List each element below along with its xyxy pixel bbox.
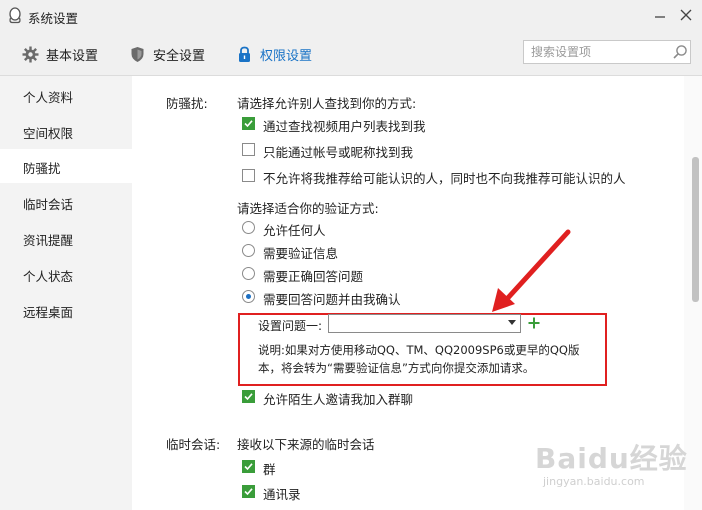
checkbox-label: 不允许将我推荐给可能认识的人，同时也不向我推荐可能认识的人 — [263, 171, 626, 186]
question-one-label: 设置问题一: — [258, 319, 323, 333]
sidebar-item-temp-session[interactable]: 临时会话 — [0, 185, 132, 219]
sidebar-item-remote-desktop[interactable]: 远程桌面 — [0, 293, 132, 327]
sidebar-item-label: 个人资料 — [23, 90, 74, 105]
checkbox-temp-session-group[interactable] — [242, 460, 255, 473]
radio-allow-anyone[interactable] — [242, 221, 255, 234]
section-label-anti-harassment: 防骚扰: — [166, 96, 208, 111]
lock-icon — [235, 45, 253, 63]
title-bar: 系统设置 — [0, 0, 702, 32]
sidebar-item-label: 远程桌面 — [23, 305, 74, 320]
radio-label: 需要正确回答问题 — [263, 269, 364, 284]
scrollbar-thumb[interactable] — [692, 157, 699, 302]
section-label-temp-session: 临时会话: — [166, 437, 221, 452]
sidebar-item-space-permission[interactable]: 空间权限 — [0, 114, 132, 148]
sidebar-item-label: 个人状态 — [23, 269, 74, 284]
tab-permission-settings[interactable]: 权限设置 — [235, 44, 312, 64]
temp-session-prompt: 接收以下来源的临时会话 — [237, 437, 375, 452]
question-one-dropdown[interactable] — [328, 314, 521, 333]
settings-search-box — [523, 40, 691, 64]
window-title: 系统设置 — [28, 11, 79, 26]
sidebar-item-label: 空间权限 — [23, 126, 74, 141]
sidebar-item-profile[interactable]: 个人资料 — [0, 78, 132, 112]
chevron-down-icon — [508, 320, 516, 325]
minimize-icon[interactable] — [651, 6, 669, 24]
checkbox-label: 只能通过帐号或昵称找到我 — [263, 145, 414, 160]
sidebar-item-personal-status[interactable]: 个人状态 — [0, 257, 132, 291]
qq-penguin-icon — [9, 7, 21, 24]
checkbox-label: 群 — [263, 462, 276, 477]
checkbox-label: 通讯录 — [263, 487, 301, 502]
checkbox-find-by-video-list[interactable] — [242, 117, 255, 130]
shield-icon — [128, 45, 146, 63]
search-icon[interactable] — [672, 44, 688, 60]
sidebar-item-label: 临时会话 — [23, 197, 74, 212]
checkbox-temp-session-contacts[interactable] — [242, 485, 255, 498]
radio-answer-and-confirm[interactable] — [242, 290, 255, 303]
radio-label: 需要回答问题并由我确认 — [263, 292, 401, 307]
sidebar-item-label: 防骚扰 — [23, 161, 61, 176]
sidebar-item-label: 资讯提醒 — [23, 233, 74, 248]
radio-label: 需要验证信息 — [263, 246, 339, 261]
tab-label: 安全设置 — [153, 48, 206, 64]
watermark-main-text: Baidu经验 — [535, 442, 688, 475]
tab-security-settings[interactable]: 安全设置 — [128, 44, 205, 64]
radio-require-correct-answer[interactable] — [242, 267, 255, 280]
sidebar: 个人资料 空间权限 防骚扰 临时会话 资讯提醒 个人状态 远程桌面 — [0, 76, 132, 510]
radio-label: 允许任何人 — [263, 223, 326, 238]
checkbox-allow-stranger-group-invite[interactable] — [242, 390, 255, 403]
sidebar-item-anti-harassment[interactable]: 防骚扰 — [0, 149, 132, 183]
add-question-plus-icon[interactable] — [528, 317, 540, 329]
gear-icon — [21, 45, 39, 63]
checkbox-disable-recommendation[interactable] — [242, 169, 255, 182]
close-icon[interactable] — [677, 6, 695, 24]
search-input[interactable] — [524, 41, 671, 63]
sidebar-item-news-alert[interactable]: 资讯提醒 — [0, 221, 132, 255]
tab-label: 权限设置 — [260, 48, 313, 64]
tab-label: 基本设置 — [46, 48, 99, 64]
watermark-sub-text: jingyan.baidu.com — [543, 475, 645, 488]
checkbox-find-by-account-only[interactable] — [242, 143, 255, 156]
tab-basic-settings[interactable]: 基本设置 — [21, 44, 98, 64]
checkbox-label: 通过查找视频用户列表找到我 — [263, 119, 426, 134]
baidu-jingyan-watermark: Baidu经验 jingyan.baidu.com — [535, 437, 695, 497]
find-method-prompt: 请选择允许别人查找到你的方式: — [237, 96, 417, 111]
radio-require-verification-info[interactable] — [242, 244, 255, 257]
compatibility-note: 说明:如果对方使用移动QQ、TM、QQ2009SP6或更早的QQ版本，将会转为“… — [258, 343, 580, 375]
verify-method-prompt: 请选择适合你的验证方式: — [237, 201, 379, 216]
checkbox-label: 允许陌生人邀请我加入群聊 — [263, 392, 414, 407]
